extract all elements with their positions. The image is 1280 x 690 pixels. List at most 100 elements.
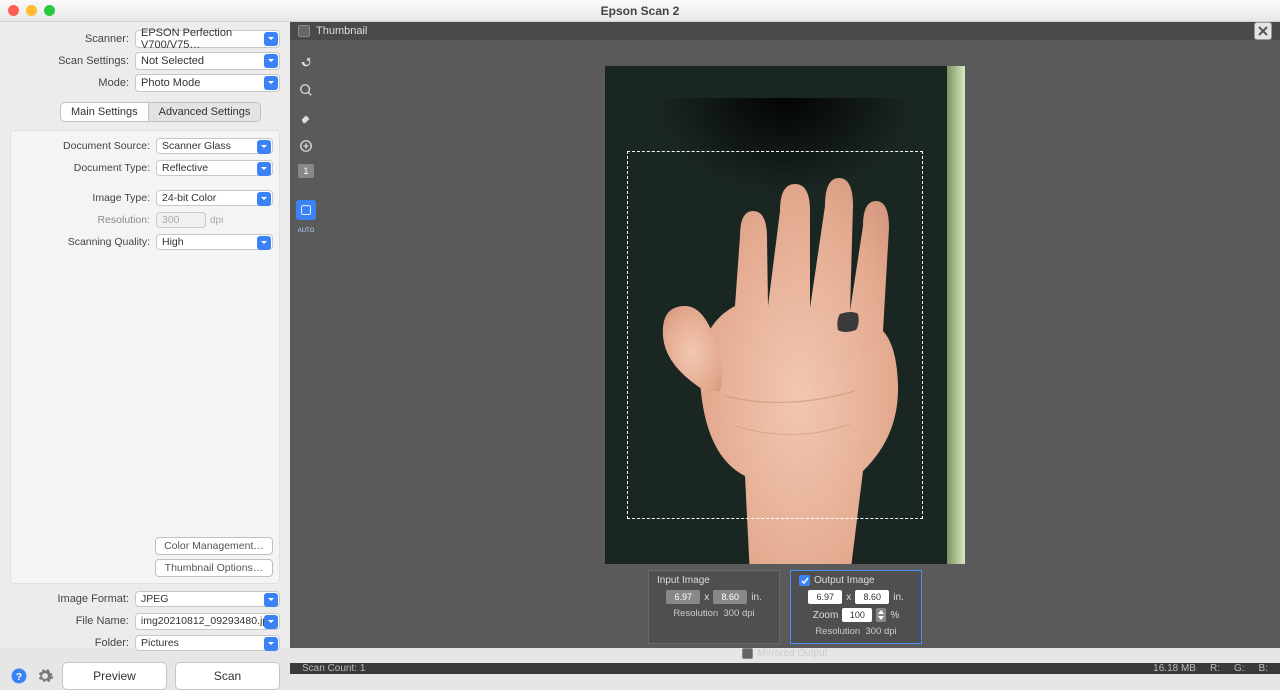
mirrored-label: Mirrored Output: [757, 648, 827, 659]
tab-main-settings[interactable]: Main Settings: [60, 102, 149, 122]
mode-value: Photo Mode: [141, 77, 200, 89]
input-height: 8.60: [713, 590, 747, 604]
mirrored-output-toggle[interactable]: Mirrored Output: [290, 648, 1280, 663]
output-enabled-checkbox[interactable]: [799, 575, 810, 586]
file-name-label: File Name:: [10, 615, 135, 627]
input-res-value: 300: [723, 608, 739, 619]
chevron-down-icon: [257, 162, 271, 176]
r-label: R:: [1210, 663, 1220, 674]
scan-button[interactable]: Scan: [175, 662, 280, 690]
scan-settings-value: Not Selected: [141, 55, 204, 67]
scan-settings-label: Scan Settings:: [10, 55, 135, 67]
chevron-down-icon: [264, 54, 278, 68]
scanner-select[interactable]: EPSON Perfection V700/V75…: [135, 30, 280, 48]
input-image-title: Input Image: [657, 575, 710, 586]
folder-value: Pictures: [141, 637, 179, 649]
main-settings-panel: Document Source: Scanner Glass Document …: [10, 130, 280, 584]
folder-label: Folder:: [10, 637, 135, 649]
scan-quality-select[interactable]: High: [156, 234, 273, 250]
image-type-value: 24-bit Color: [162, 192, 216, 204]
doc-source-select[interactable]: Scanner Glass: [156, 138, 273, 154]
output-res-value: 300: [865, 626, 881, 637]
zoom-window[interactable]: [44, 5, 55, 16]
window-controls: [8, 5, 55, 16]
file-name-value: img20210812_09293480.jpg: [141, 615, 274, 627]
file-name-field[interactable]: img20210812_09293480.jpg: [135, 613, 280, 630]
scan-canvas[interactable]: [290, 40, 1280, 564]
settings-sidebar: Scanner: EPSON Perfection V700/V75… Scan…: [0, 22, 290, 648]
zoom-value[interactable]: 100: [842, 608, 872, 622]
preview-area: Thumbnail 1 AUTO: [290, 22, 1280, 648]
filesize: 16.18 MB: [1153, 663, 1196, 674]
selection-marquee[interactable]: [627, 151, 923, 519]
g-label: G:: [1234, 663, 1245, 674]
output-height[interactable]: 8.60: [855, 590, 889, 604]
zoom-label: Zoom: [813, 610, 839, 621]
doc-type-select[interactable]: Reflective: [156, 160, 273, 176]
status-bar: Scan Count: 1 16.18 MB R: G: B:: [290, 663, 1280, 674]
doc-source-value: Scanner Glass: [162, 140, 231, 152]
chevron-down-icon: [264, 615, 278, 629]
scan-quality-value: High: [162, 236, 184, 248]
input-width: 6.97: [666, 590, 700, 604]
minimize-window[interactable]: [26, 5, 37, 16]
checkbox-icon: [298, 25, 310, 37]
scan-quality-label: Scanning Quality:: [11, 236, 156, 248]
scan-settings-select[interactable]: Not Selected: [135, 52, 280, 70]
settings-tabs: Main Settings Advanced Settings: [60, 102, 280, 122]
input-dpi: dpi: [742, 608, 755, 619]
output-dpi: dpi: [884, 626, 897, 637]
doc-type-value: Reflective: [162, 162, 208, 174]
help-icon[interactable]: ?: [10, 667, 28, 685]
thumbnail-options-button[interactable]: Thumbnail Options…: [155, 559, 273, 577]
chevron-down-icon: [264, 593, 278, 607]
output-width[interactable]: 6.97: [808, 590, 842, 604]
image-format-label: Image Format:: [10, 593, 135, 605]
scan-image: [605, 66, 965, 564]
gear-icon[interactable]: [36, 667, 54, 685]
titlebar: Epson Scan 2: [0, 0, 1280, 22]
resolution-unit: dpi: [210, 215, 223, 226]
zoom-stepper[interactable]: [876, 608, 886, 622]
chevron-down-icon: [257, 140, 271, 154]
thumbnail-label: Thumbnail: [316, 25, 367, 37]
color-management-button[interactable]: Color Management…: [155, 537, 273, 555]
image-type-label: Image Type:: [11, 192, 156, 204]
doc-type-label: Document Type:: [11, 162, 156, 174]
chevron-down-icon: [264, 76, 278, 90]
output-image-title: Output Image: [814, 575, 875, 586]
preview-button[interactable]: Preview: [62, 662, 167, 690]
folder-select[interactable]: Pictures: [135, 635, 280, 651]
resolution-select[interactable]: 300: [156, 212, 206, 228]
close-preview-button[interactable]: [1254, 22, 1272, 40]
doc-source-label: Document Source:: [11, 140, 156, 152]
chevron-down-icon: [257, 192, 271, 206]
input-res-label: Resolution: [673, 608, 718, 619]
resolution-value: 300: [162, 214, 180, 226]
output-res-label: Resolution: [815, 626, 860, 637]
scanner-value: EPSON Perfection V700/V75…: [141, 27, 274, 51]
scan-count-value: 1: [360, 663, 366, 674]
chevron-down-icon: [264, 637, 278, 651]
tab-advanced-settings[interactable]: Advanced Settings: [149, 102, 262, 122]
thumbnail-toggle[interactable]: Thumbnail: [298, 25, 367, 37]
mode-label: Mode:: [10, 77, 135, 89]
svg-text:?: ?: [16, 671, 22, 683]
image-format-value: JPEG: [141, 593, 168, 605]
x-separator: x: [704, 592, 709, 603]
image-format-select[interactable]: JPEG: [135, 591, 280, 607]
image-info-row: Input Image 6.97 x 8.60 in. Resolution 3…: [290, 564, 1280, 648]
zoom-pct: %: [890, 610, 899, 621]
mode-select[interactable]: Photo Mode: [135, 74, 280, 92]
resolution-label: Resolution:: [11, 214, 156, 226]
b-label: B:: [1259, 663, 1268, 674]
chevron-down-icon: [257, 236, 271, 250]
output-unit: in.: [893, 592, 904, 603]
input-image-box: Input Image 6.97 x 8.60 in. Resolution 3…: [648, 570, 780, 644]
app-title: Epson Scan 2: [601, 4, 680, 18]
close-window[interactable]: [8, 5, 19, 16]
image-type-select[interactable]: 24-bit Color: [156, 190, 273, 206]
checkbox-icon: [742, 648, 753, 659]
scan-count-label: Scan Count:: [302, 663, 357, 674]
glass-edge: [947, 66, 965, 564]
